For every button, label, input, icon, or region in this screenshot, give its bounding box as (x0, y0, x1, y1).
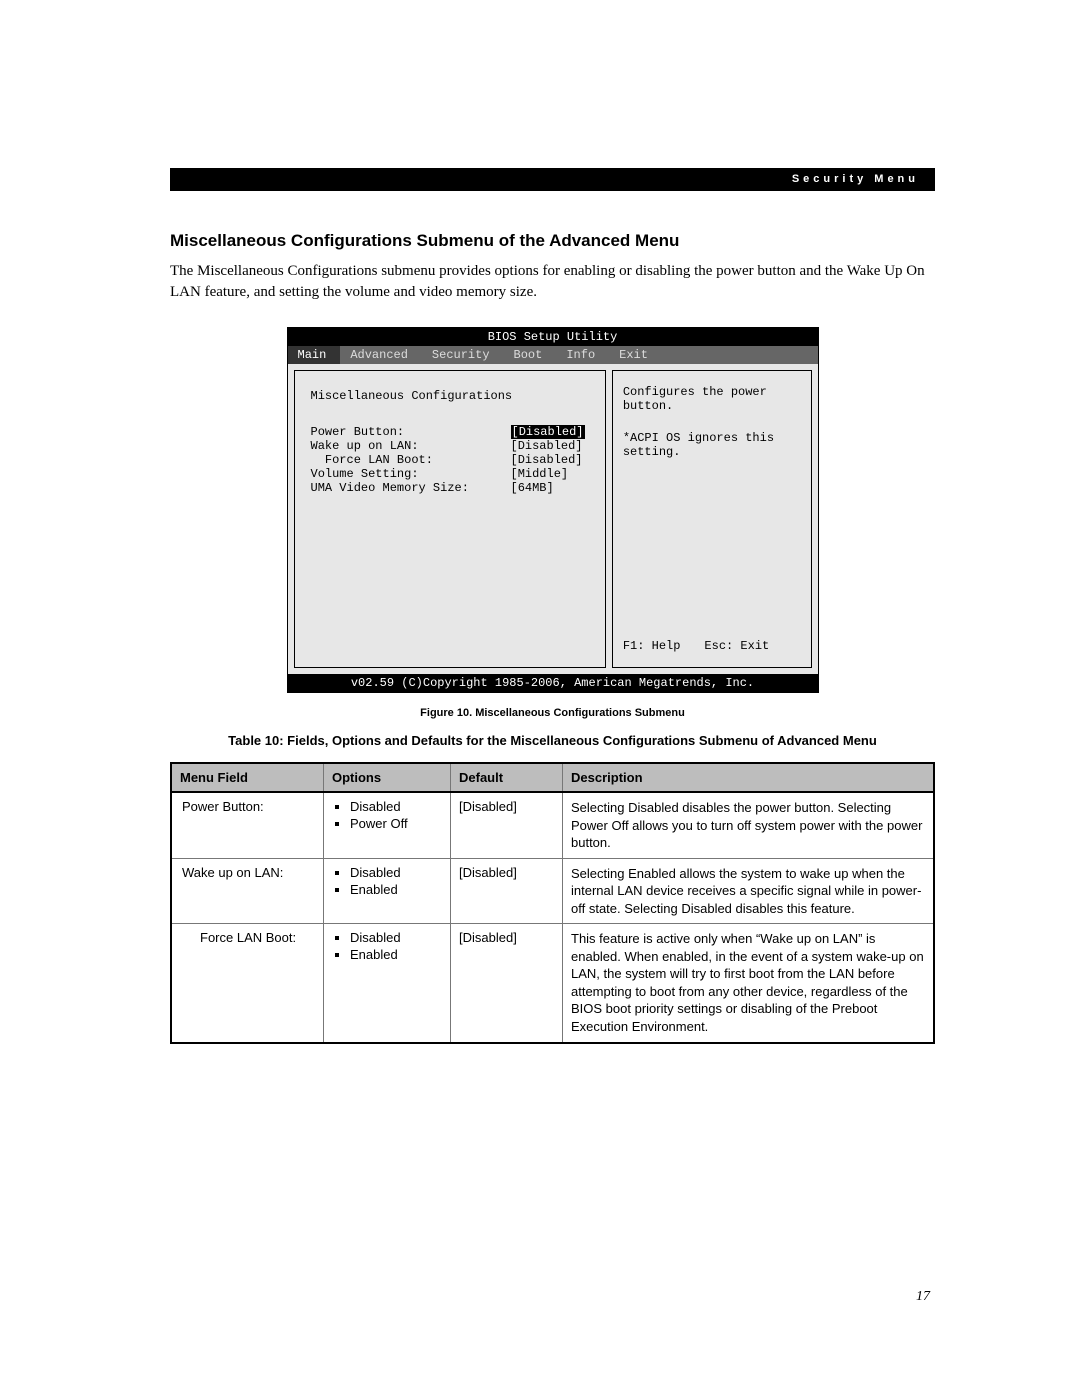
bios-setting-value: [64MB] (511, 481, 554, 495)
cell-options: Disabled Power Off (324, 792, 451, 858)
th-description: Description (563, 763, 935, 792)
bios-right-pane: Configures the power button. *ACPI OS ig… (612, 370, 812, 668)
bios-tab: Exit (609, 346, 662, 364)
bios-help-line1: Configures the power button. (623, 385, 801, 413)
option-item: Enabled (350, 947, 442, 962)
bios-setting-value: [Disabled] (511, 453, 583, 467)
bios-tab-bar: MainAdvancedSecurityBootInfoExit (288, 346, 818, 364)
cell-description: Selecting Disabled disables the power bu… (563, 792, 935, 858)
table-row: Force LAN Boot: Disabled Enabled [Disabled]… (171, 924, 934, 1043)
table-caption: Table 10: Fields, Options and Defaults f… (170, 733, 935, 748)
page-number: 17 (916, 1289, 930, 1305)
bios-body: Miscellaneous Configurations Power Butto… (288, 364, 818, 674)
table-header-row: Menu Field Options Default Description (171, 763, 934, 792)
cell-menu-field: Power Button: (171, 792, 324, 858)
bios-screenshot: BIOS Setup Utility MainAdvancedSecurityB… (287, 327, 819, 693)
bios-key-exit: Esc: Exit (704, 639, 769, 653)
cell-description: Selecting Enabled allows the system to w… (563, 858, 935, 924)
bios-tab: Advanced (340, 346, 422, 364)
option-item: Disabled (350, 799, 442, 814)
section-paragraph: The Miscellaneous Configurations submenu… (170, 261, 935, 303)
option-item: Power Off (350, 816, 442, 831)
bios-submenu-title: Miscellaneous Configurations (311, 389, 595, 403)
bios-title: BIOS Setup Utility (288, 328, 818, 346)
th-options: Options (324, 763, 451, 792)
bios-tab: Boot (504, 346, 557, 364)
section-title: Miscellaneous Configurations Submenu of … (170, 231, 935, 251)
bios-setting-value: [Middle] (511, 467, 569, 481)
bios-setting-value: [Disabled] (511, 439, 583, 453)
cell-options: Disabled Enabled (324, 924, 451, 1043)
cell-default: [Disabled] (451, 792, 563, 858)
bios-setting-row: Wake up on LAN:[Disabled] (311, 439, 595, 453)
bios-setting-row: Volume Setting:[Middle] (311, 467, 595, 481)
table-row: Power Button: Disabled Power Off [Disabled]… (171, 792, 934, 858)
bios-left-pane: Miscellaneous Configurations Power Butto… (294, 370, 606, 668)
options-table: Menu Field Options Default Description P… (170, 762, 935, 1044)
bios-setting-label: Force LAN Boot: (311, 453, 511, 467)
section-header-label: Security Menu (792, 173, 919, 185)
bios-setting-row: Force LAN Boot:[Disabled] (311, 453, 595, 467)
bios-setting-label: Volume Setting: (311, 467, 511, 481)
bios-setting-value: [Disabled] (511, 425, 585, 439)
bios-setting-label: Power Button: (311, 425, 511, 439)
section-header-bar: Security Menu (170, 168, 935, 190)
figure-caption: Figure 10. Miscellaneous Configurations … (170, 707, 935, 719)
option-item: Enabled (350, 882, 442, 897)
bios-tab: Info (556, 346, 609, 364)
bios-tab: Security (422, 346, 504, 364)
bios-help-line2: *ACPI OS ignores this setting. (623, 431, 801, 459)
cell-description: This feature is active only when “Wake u… (563, 924, 935, 1043)
cell-menu-field: Force LAN Boot: (171, 924, 324, 1043)
bios-footer: v02.59 (C)Copyright 1985-2006, American … (288, 674, 818, 692)
bios-key-help: F1: Help (623, 639, 681, 653)
bios-setting-row: Power Button:[Disabled] (311, 425, 595, 439)
cell-options: Disabled Enabled (324, 858, 451, 924)
header-rule (170, 189, 935, 191)
bios-help-text: Configures the power button. *ACPI OS ig… (623, 385, 801, 463)
bios-setting-label: UMA Video Memory Size: (311, 481, 511, 495)
bios-setting-row: UMA Video Memory Size:[64MB] (311, 481, 595, 495)
bios-key-hints: F1: Help Esc: Exit (623, 639, 801, 653)
table-row: Wake up on LAN: Disabled Enabled [Disabled]… (171, 858, 934, 924)
th-menu-field: Menu Field (171, 763, 324, 792)
cell-default: [Disabled] (451, 858, 563, 924)
bios-setting-label: Wake up on LAN: (311, 439, 511, 453)
bios-tab: Main (288, 346, 341, 364)
option-item: Disabled (350, 930, 442, 945)
option-item: Disabled (350, 865, 442, 880)
cell-default: [Disabled] (451, 924, 563, 1043)
cell-menu-field: Wake up on LAN: (171, 858, 324, 924)
th-default: Default (451, 763, 563, 792)
